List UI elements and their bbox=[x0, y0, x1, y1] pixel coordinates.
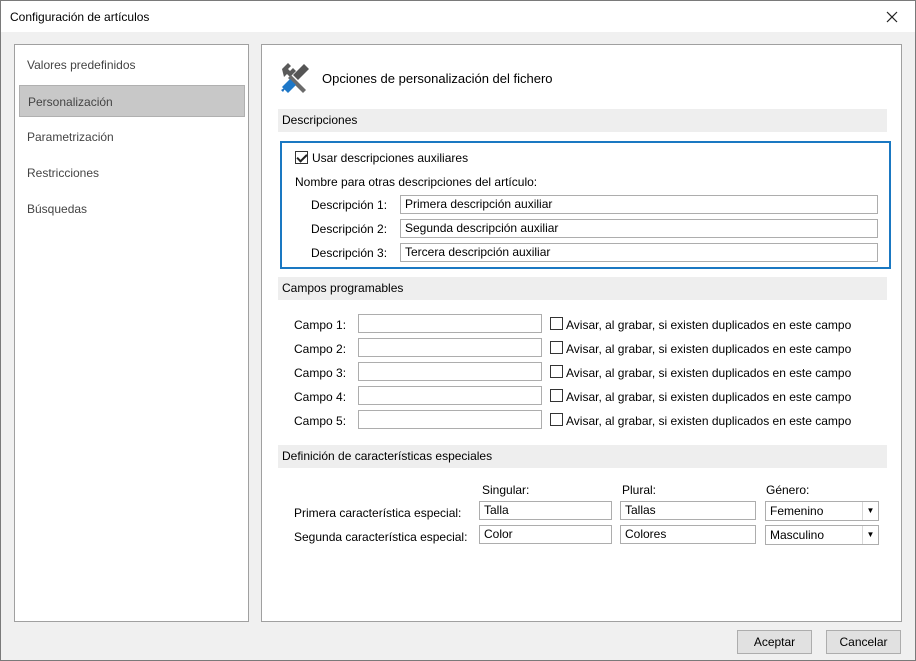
campo-4-duplicados-checkbox[interactable] bbox=[550, 389, 563, 402]
caracteristica-2-plural-input[interactable]: Colores bbox=[620, 525, 756, 544]
chevron-down-icon: ▼ bbox=[862, 502, 878, 520]
page-title: Opciones de personalización del fichero bbox=[322, 71, 553, 86]
sidebar-item-personalizacion[interactable]: Personalización bbox=[19, 85, 245, 117]
campo-2-input[interactable] bbox=[358, 338, 542, 357]
campo-3-duplicados-checkbox[interactable] bbox=[550, 365, 563, 378]
descripciones-group: Usar descripciones auxiliares Nombre par… bbox=[280, 141, 891, 269]
cancel-button[interactable]: Cancelar bbox=[826, 630, 901, 654]
descripcion-1-label: Descripción 1: bbox=[311, 198, 388, 212]
section-title: Descripciones bbox=[282, 113, 358, 127]
accept-button[interactable]: Aceptar bbox=[737, 630, 812, 654]
campo-5-input[interactable] bbox=[358, 410, 542, 429]
column-plural-header: Plural: bbox=[622, 483, 657, 497]
campo-3-input[interactable] bbox=[358, 362, 542, 381]
descripcion-2-input[interactable]: Segunda descripción auxiliar bbox=[400, 219, 878, 238]
descripcion-3-input[interactable]: Tercera descripción auxiliar bbox=[400, 243, 878, 262]
descripcion-3-label: Descripción 3: bbox=[311, 246, 388, 260]
caracteristica-1-label: Primera característica especial: bbox=[294, 506, 462, 520]
sidebar-nav: Valores predefinidos Personalización Par… bbox=[14, 44, 249, 622]
sidebar-item-label: Restricciones bbox=[27, 166, 100, 180]
section-title: Definición de características especiales bbox=[282, 449, 493, 463]
descripcion-1-input[interactable]: Primera descripción auxiliar bbox=[400, 195, 878, 214]
sidebar-item-restricciones[interactable]: Restricciones bbox=[19, 157, 245, 189]
dialog-window: Configuración de artículos Valores prede… bbox=[0, 0, 916, 661]
usar-descripciones-label: Usar descripciones auxiliares bbox=[312, 151, 469, 165]
caracteristica-1-singular-input[interactable]: Talla bbox=[479, 501, 612, 520]
column-genero-header: Género: bbox=[766, 483, 810, 497]
campo-2-duplicados-label: Avisar, al grabar, si existen duplicados… bbox=[566, 342, 852, 356]
campo-3-duplicados-label: Avisar, al grabar, si existen duplicados… bbox=[566, 366, 852, 380]
caracteristica-2-genero-select[interactable]: Masculino ▼ bbox=[765, 525, 879, 545]
caracteristica-2-genero-value: Masculino bbox=[770, 528, 825, 542]
section-title: Campos programables bbox=[282, 281, 404, 295]
close-icon bbox=[886, 11, 898, 22]
campo-1-input[interactable] bbox=[358, 314, 542, 333]
sidebar-item-valores-predefinidos[interactable]: Valores predefinidos bbox=[19, 49, 245, 81]
caracteristica-1-plural-input[interactable]: Tallas bbox=[620, 501, 756, 520]
sidebar-item-parametrizacion[interactable]: Parametrización bbox=[19, 121, 245, 153]
caracteristica-2-singular-input[interactable]: Color bbox=[479, 525, 612, 544]
tools-icon bbox=[281, 63, 309, 93]
sidebar-item-label: Búsquedas bbox=[27, 202, 88, 216]
usar-descripciones-checkbox[interactable] bbox=[295, 151, 308, 164]
campo-1-label: Campo 1: bbox=[294, 318, 347, 332]
close-button[interactable] bbox=[869, 1, 915, 32]
caracteristica-1-genero-value: Femenino bbox=[770, 504, 824, 518]
chevron-down-icon: ▼ bbox=[862, 526, 878, 544]
content-panel: Opciones de personalización del fichero … bbox=[261, 44, 902, 622]
column-singular-header: Singular: bbox=[482, 483, 530, 497]
caracteristica-1-genero-select[interactable]: Femenino ▼ bbox=[765, 501, 879, 521]
sidebar-item-label: Valores predefinidos bbox=[27, 58, 136, 72]
campo-2-label: Campo 2: bbox=[294, 342, 347, 356]
title-bar: Configuración de artículos bbox=[1, 1, 915, 32]
campo-4-input[interactable] bbox=[358, 386, 542, 405]
section-descripciones: Descripciones bbox=[278, 109, 887, 132]
section-campos-programables: Campos programables bbox=[278, 277, 887, 300]
descripcion-2-label: Descripción 2: bbox=[311, 222, 388, 236]
sidebar-item-busquedas[interactable]: Búsquedas bbox=[19, 193, 245, 225]
campo-1-duplicados-checkbox[interactable] bbox=[550, 317, 563, 330]
campo-5-duplicados-label: Avisar, al grabar, si existen duplicados… bbox=[566, 414, 852, 428]
descripciones-subheading: Nombre para otras descripciones del artí… bbox=[295, 175, 538, 189]
campo-3-label: Campo 3: bbox=[294, 366, 347, 380]
campo-5-label: Campo 5: bbox=[294, 414, 347, 428]
sidebar-item-label: Personalización bbox=[28, 95, 113, 109]
window-title: Configuración de artículos bbox=[10, 10, 150, 24]
caracteristica-2-label: Segunda característica especial: bbox=[294, 530, 468, 544]
campo-4-label: Campo 4: bbox=[294, 390, 347, 404]
campo-4-duplicados-label: Avisar, al grabar, si existen duplicados… bbox=[566, 390, 852, 404]
sidebar-item-label: Parametrización bbox=[27, 130, 114, 144]
campo-1-duplicados-label: Avisar, al grabar, si existen duplicados… bbox=[566, 318, 852, 332]
campo-2-duplicados-checkbox[interactable] bbox=[550, 341, 563, 354]
section-caracteristicas: Definición de características especiales bbox=[278, 445, 887, 468]
campo-5-duplicados-checkbox[interactable] bbox=[550, 413, 563, 426]
